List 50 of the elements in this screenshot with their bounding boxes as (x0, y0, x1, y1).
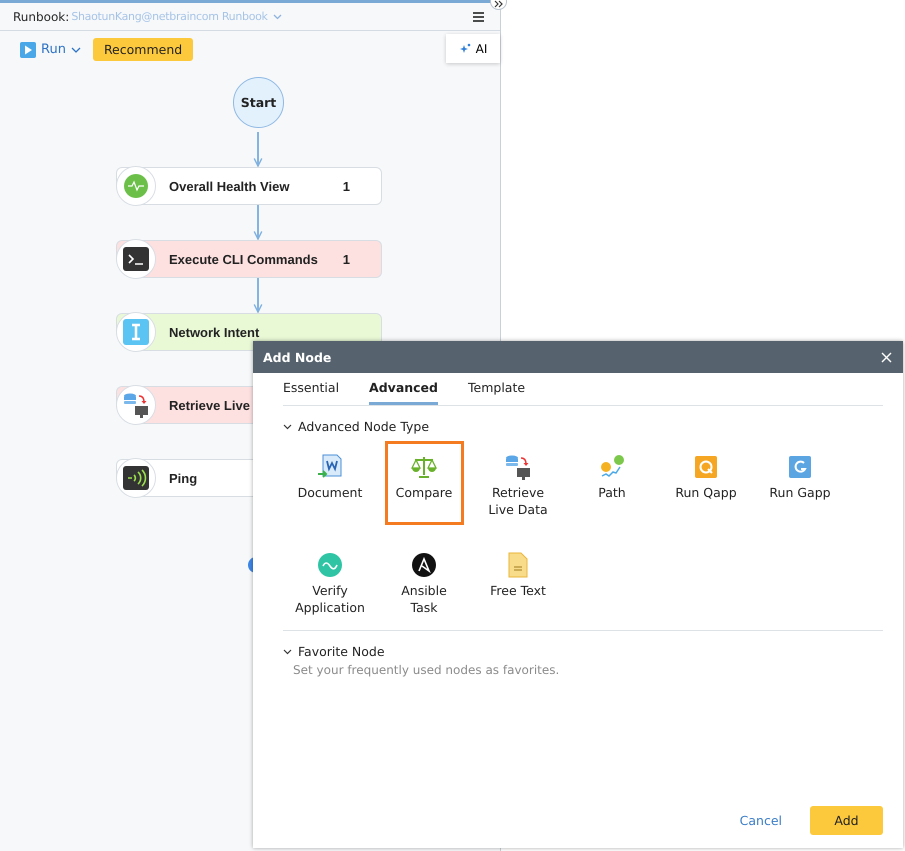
database-monitor-icon (123, 392, 149, 418)
ai-button[interactable]: AI (446, 34, 500, 63)
sparkle-icon (458, 42, 471, 54)
add-button[interactable]: Add (810, 806, 883, 835)
node-label: Overall Health View (169, 178, 290, 194)
chevron-down-icon (70, 46, 81, 52)
path-icon (599, 454, 625, 480)
node-type-item[interactable]: Path (572, 441, 652, 525)
start-node[interactable]: Start (233, 77, 284, 128)
g-letter-icon (789, 456, 811, 478)
ping-icon (123, 466, 149, 490)
chevron-down-icon[interactable] (283, 424, 292, 430)
tab[interactable]: Template (468, 373, 526, 405)
cancel-link[interactable]: Cancel (740, 813, 782, 828)
database-monitor-icon (505, 454, 531, 480)
ansible-icon (412, 553, 436, 577)
node-label: Retrieve Live (169, 398, 250, 412)
node-label: Execute CLI Commands (169, 252, 318, 266)
scales-icon (411, 455, 437, 479)
word-document-icon (317, 454, 343, 480)
menu-icon[interactable] (473, 12, 484, 22)
node-type-item[interactable]: Ansible Task (384, 539, 464, 623)
terminal-icon (123, 247, 149, 271)
flow-node[interactable]: Overall Health View 1 (116, 167, 382, 205)
node-type-item[interactable]: Verify Application (290, 539, 370, 623)
note-icon (508, 552, 528, 578)
node-type-item[interactable]: Run Qapp (666, 441, 746, 525)
flow-node[interactable]: Execute CLI Commands 1 (116, 240, 382, 278)
node-type-item[interactable]: Run Gapp (760, 441, 840, 525)
node-count: 1 (342, 252, 350, 266)
run-button[interactable]: Run (20, 42, 81, 58)
node-type-item[interactable]: Free Text (478, 539, 558, 623)
magnifier-icon (695, 456, 717, 478)
recommend-button[interactable]: Recommend (92, 38, 194, 61)
node-type-item[interactable]: Compare (384, 441, 464, 525)
play-icon (20, 42, 36, 58)
close-icon[interactable] (881, 352, 892, 362)
node-label: Ping (169, 470, 198, 486)
pulse-icon (124, 174, 148, 198)
runbook-label: Runbook: (13, 10, 70, 24)
node-type-item[interactable]: Retrieve Live Data (478, 441, 558, 525)
chevron-down-icon[interactable] (283, 648, 292, 654)
node-label: Network Intent (169, 324, 260, 340)
hint-text: Set your frequently used nodes as favorites. (293, 663, 560, 677)
text-cursor-icon (123, 319, 149, 345)
section-title[interactable]: Favorite Node (298, 644, 385, 659)
tab[interactable]: Advanced (369, 373, 438, 405)
wave-icon (318, 553, 342, 577)
node-count: 1 (342, 178, 350, 194)
dialog-title: Add Node (263, 350, 332, 364)
